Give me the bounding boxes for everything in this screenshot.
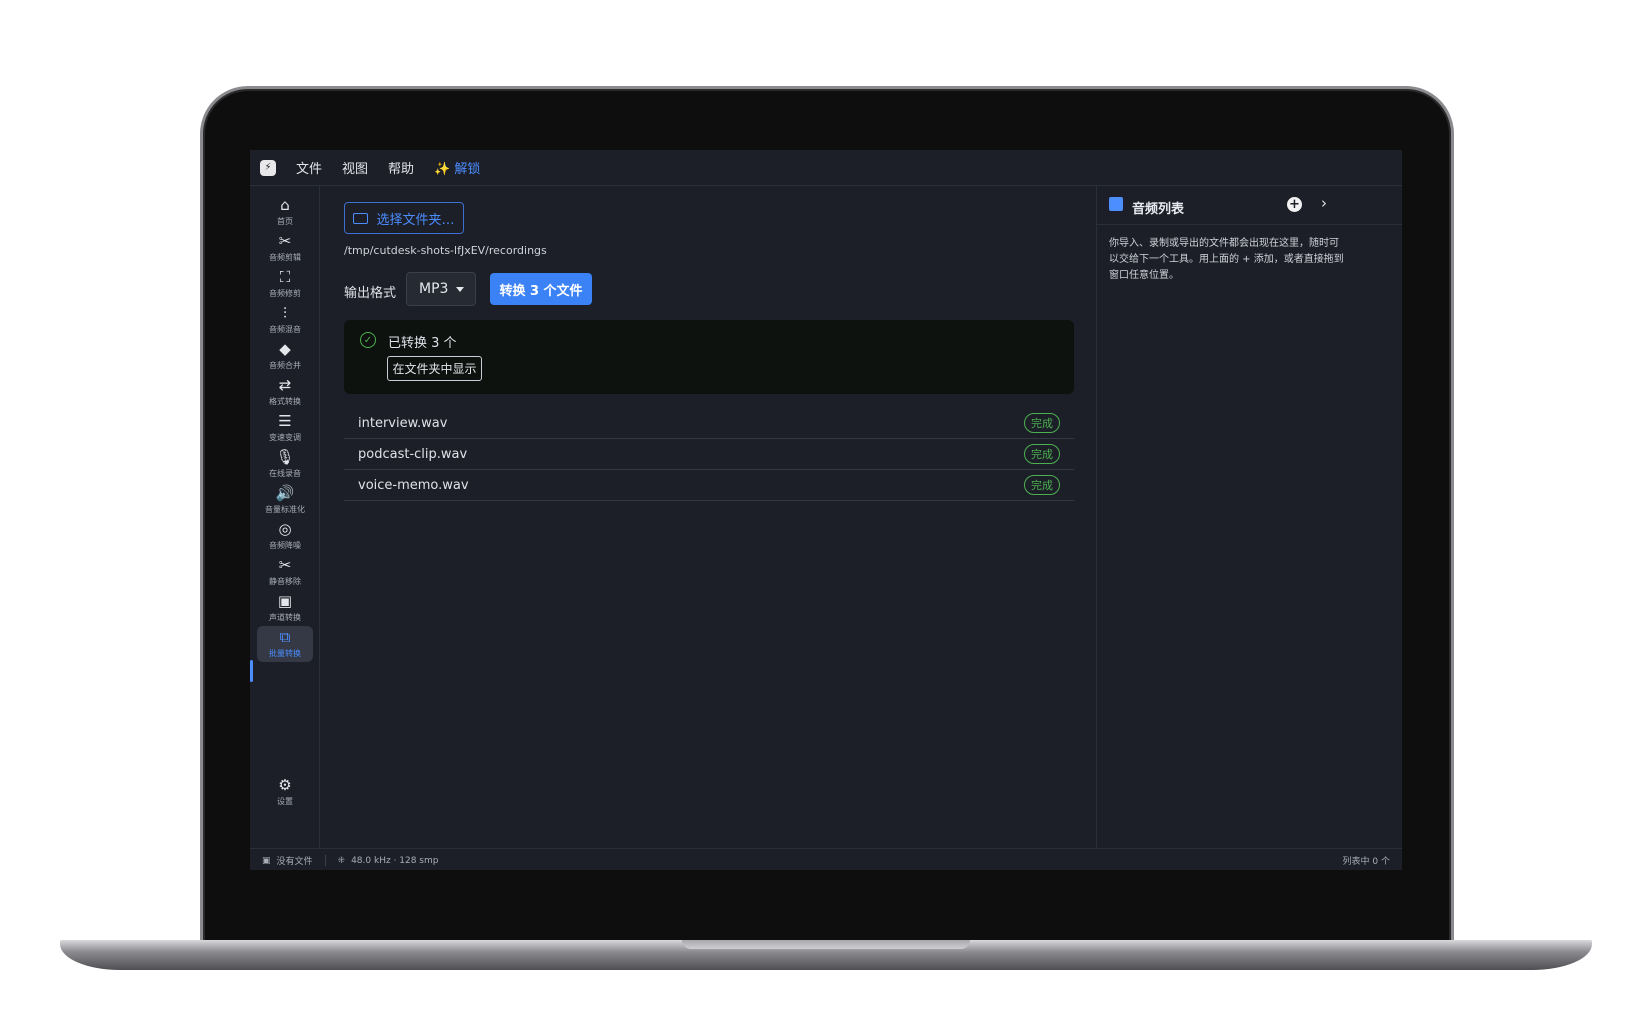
file-name: interview.wav xyxy=(358,415,448,431)
output-format-value: MP3 xyxy=(419,281,449,297)
sidebar: ⌂ 首页 ✂ 音频剪辑 ⛶ 音频修剪 ⫶ 音频混音 ◆ 音频合并 ⇄ 格式转换 … xyxy=(250,186,320,848)
sidebar-item-format-convert[interactable]: ⇄ 格式转换 xyxy=(257,374,313,410)
file-name: voice-memo.wav xyxy=(358,477,469,493)
folder-path: /tmp/cutdesk-shots-lfJxEV/recordings xyxy=(344,244,547,257)
audio-info-text: 48.0 kHz · 128 smp xyxy=(351,855,439,866)
sidebar-item-record[interactable]: 🎙 在线录音 xyxy=(257,446,313,482)
sidebar-item-channel-convert[interactable]: ▣ 声道转换 xyxy=(257,590,313,626)
app-logo-icon[interactable]: ⚡ xyxy=(260,159,276,176)
file-name: podcast-clip.wav xyxy=(358,446,468,462)
sidebar-item-label: 音频剪辑 xyxy=(269,253,301,262)
menu-view[interactable]: 视图 xyxy=(342,158,368,177)
home-icon: ⌂ xyxy=(280,196,290,214)
menu-help[interactable]: 帮助 xyxy=(388,158,414,177)
divider xyxy=(324,855,326,866)
sidebar-item-label: 音频混音 xyxy=(269,325,301,334)
crop-icon: ⛶ xyxy=(279,268,291,286)
convert-button[interactable]: 转换 3 个文件 xyxy=(490,273,592,305)
output-format-select[interactable]: MP3 xyxy=(406,272,476,306)
sidebar-item-speed-pitch[interactable]: ☰ 变速变调 xyxy=(257,410,313,446)
waveform-icon: ⁜ xyxy=(337,855,346,866)
sidebar-item-label: 在线录音 xyxy=(269,469,301,478)
no-file-text: 没有文件 xyxy=(276,857,313,867)
denoise-icon: ◎ xyxy=(278,520,292,538)
check-circle-icon: ✓ xyxy=(360,332,376,348)
chevron-down-icon xyxy=(456,287,464,292)
sidebar-item-label: 静音移除 xyxy=(269,577,301,586)
sidebar-item-label: 设置 xyxy=(277,797,293,806)
sidebar-item-label: 音频修剪 xyxy=(269,289,301,298)
volume-icon: 🔊 xyxy=(275,484,295,502)
playlist-icon xyxy=(1109,197,1123,211)
laptop-notch xyxy=(682,940,970,949)
audio-list-header: 音频列表 + › xyxy=(1097,186,1402,225)
sidebar-item-audio-trim[interactable]: ⛶ 音频修剪 xyxy=(257,266,313,302)
sidebar-item-settings[interactable]: ⚙ 设置 xyxy=(257,774,313,810)
sidebar-item-batch-convert[interactable]: ⧉ 批量转换 xyxy=(257,626,313,662)
result-text: 已转换 3 个 xyxy=(388,336,457,351)
menu-file[interactable]: 文件 xyxy=(296,158,322,177)
list-count-text: 列表中 0 个 xyxy=(1342,857,1390,867)
sidebar-item-label: 音量标准化 xyxy=(265,505,305,514)
scissors-icon: ✂ xyxy=(278,556,292,574)
audio-list-panel: 音频列表 + › 你导入、录制或导出的文件都会出现在这里，随时可以交给下一个工具… xyxy=(1096,186,1402,848)
sidebar-item-home[interactable]: ⌂ 首页 xyxy=(257,194,313,230)
choose-folder-button[interactable]: 选择文件夹… xyxy=(344,202,464,234)
sidebar-item-label: 音频合并 xyxy=(269,361,301,370)
file-list: interview.wav 完成 podcast-clip.wav 完成 voi… xyxy=(344,408,1074,501)
list-item[interactable]: podcast-clip.wav 完成 xyxy=(344,439,1074,470)
status-badge: 完成 xyxy=(1024,444,1060,464)
gear-icon: ⚙ xyxy=(278,776,292,794)
list-item[interactable]: voice-memo.wav 完成 xyxy=(344,470,1074,501)
sidebar-item-label: 批量转换 xyxy=(269,649,301,658)
app-window: ⚡ 文件 视图 帮助 ✨ 解锁 ⌂ 首页 ✂ 音频剪辑 ⛶ 音频修剪 ⫶ 音频混… xyxy=(250,150,1402,870)
batch-icon: ⧉ xyxy=(279,628,291,646)
status-badge: 完成 xyxy=(1024,413,1060,433)
sidebar-item-label: 声道转换 xyxy=(269,613,301,622)
sidebar-item-denoise[interactable]: ◎ 音频降噪 xyxy=(257,518,313,554)
folder-icon xyxy=(353,212,369,224)
chevron-right-icon[interactable]: › xyxy=(1321,194,1327,212)
menu-unlock[interactable]: ✨ 解锁 xyxy=(434,158,480,177)
sidebar-item-label: 首页 xyxy=(277,217,293,226)
active-indicator xyxy=(250,660,253,682)
choose-folder-label: 选择文件夹… xyxy=(376,212,455,228)
microphone-icon: 🎙 xyxy=(275,448,295,466)
mixer-icon: ⫶ xyxy=(283,304,287,322)
output-format-label: 输出格式 xyxy=(344,286,397,301)
list-item[interactable]: interview.wav 完成 xyxy=(344,408,1074,439)
add-icon[interactable]: + xyxy=(1287,197,1302,212)
speaker-icon: ▣ xyxy=(277,592,293,610)
show-in-folder-button[interactable]: 在文件夹中显示 xyxy=(387,356,482,381)
sidebar-item-label: 音频降噪 xyxy=(269,541,301,550)
file-icon: ▣ xyxy=(262,855,271,866)
audio-list-title: 音频列表 xyxy=(1132,202,1185,217)
scissors-icon: ✂ xyxy=(278,232,292,250)
menu-bar: ⚡ 文件 视图 帮助 ✨ 解锁 xyxy=(250,150,1402,186)
layers-icon: ◆ xyxy=(279,340,291,358)
sidebar-item-label: 变速变调 xyxy=(269,433,301,442)
audio-list-description: 你导入、录制或导出的文件都会出现在这里，随时可以交给下一个工具。用上面的 + 添… xyxy=(1109,238,1344,281)
sidebar-item-audio-cut[interactable]: ✂ 音频剪辑 xyxy=(257,230,313,266)
main-content: 选择文件夹… /tmp/cutdesk-shots-lfJxEV/recordi… xyxy=(320,186,1096,848)
sidebar-item-label: 格式转换 xyxy=(269,397,301,406)
sidebar-item-normalize[interactable]: 🔊 音量标准化 xyxy=(257,482,313,518)
status-bar: ▣ 没有文件 ⁜ 48.0 kHz · 128 smp 列表中 0 个 xyxy=(250,848,1402,870)
sidebar-item-silence-remove[interactable]: ✂ 静音移除 xyxy=(257,554,313,590)
sliders-icon: ☰ xyxy=(278,412,292,430)
sidebar-item-audio-merge[interactable]: ◆ 音频合并 xyxy=(257,338,313,374)
result-panel: ✓ 已转换 3 个 在文件夹中显示 xyxy=(344,320,1074,394)
swap-icon: ⇄ xyxy=(278,376,292,394)
sidebar-item-audio-mix[interactable]: ⫶ 音频混音 xyxy=(257,302,313,338)
status-badge: 完成 xyxy=(1024,475,1060,495)
